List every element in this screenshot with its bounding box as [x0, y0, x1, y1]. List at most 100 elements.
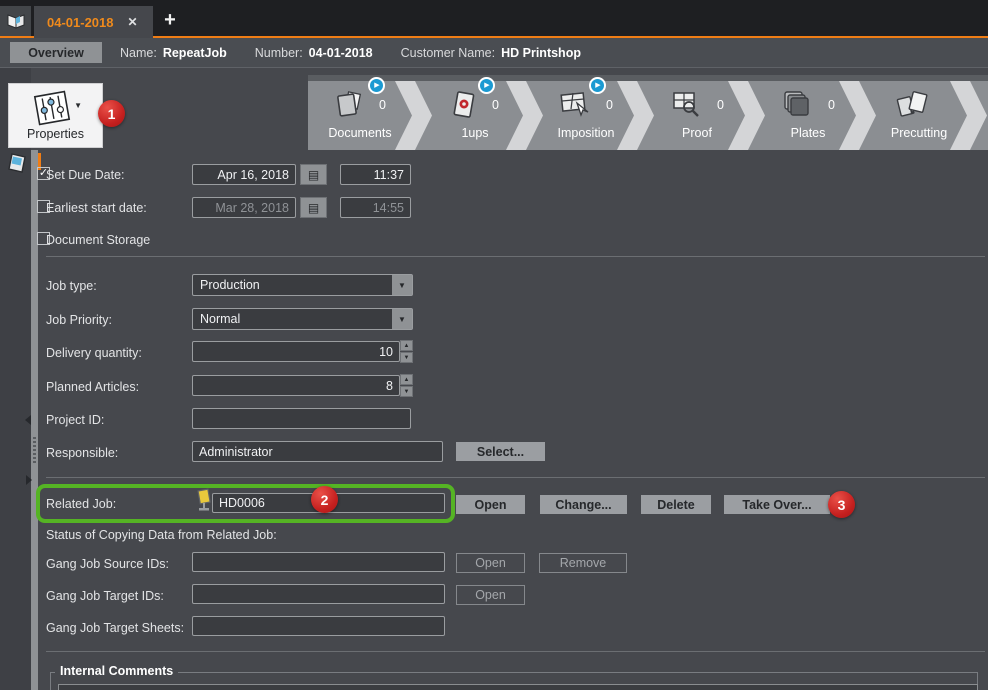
- step-label: 1ups: [415, 126, 523, 140]
- spin-up-icon[interactable]: ▲: [400, 374, 413, 385]
- documents-icon: [334, 89, 364, 121]
- prinect-logo-icon: [6, 13, 26, 30]
- project-id-label: Project ID:: [46, 413, 104, 427]
- gang-target-label: Gang Job Target IDs:: [46, 589, 164, 603]
- internal-comments-label: Internal Comments: [55, 664, 178, 678]
- tab-job[interactable]: 04-01-2018 ✕: [34, 6, 153, 38]
- precutting-icon: [895, 89, 929, 121]
- calendar-icon: ▤: [308, 168, 319, 182]
- properties-label: Properties: [9, 127, 102, 141]
- panel-splitter[interactable]: [31, 150, 38, 690]
- earliest-date-input[interactable]: [192, 197, 296, 218]
- job-type-label: Job type:: [46, 279, 97, 293]
- gang-sheets-input[interactable]: [192, 616, 445, 636]
- project-id-input[interactable]: [192, 408, 411, 429]
- plates-icon: [781, 89, 813, 121]
- number-label: Number:: [255, 46, 303, 60]
- annotation-badge-1: 1: [98, 100, 125, 127]
- earliest-date-calendar-button[interactable]: ▤: [300, 197, 327, 218]
- responsible-input[interactable]: [192, 441, 443, 462]
- workflow-step-1ups[interactable]: 0 1ups: [415, 81, 523, 150]
- workflow-step-plates[interactable]: 0 Plates: [748, 81, 856, 150]
- step-count: 0: [606, 98, 613, 112]
- gang-target-input[interactable]: [192, 584, 445, 604]
- step-label: Proof: [637, 126, 745, 140]
- chevron-down-icon[interactable]: ▼: [392, 309, 412, 329]
- change-related-job-button[interactable]: Change...: [540, 495, 627, 514]
- tab-title: 04-01-2018: [47, 15, 114, 30]
- gang-source-label: Gang Job Source IDs:: [46, 557, 169, 571]
- play-badge-documents-icon[interactable]: ▶: [368, 77, 385, 94]
- step-label: Precutting: [859, 126, 967, 140]
- workflow-step-proof[interactable]: 0 Proof: [637, 81, 745, 150]
- divider: [46, 477, 985, 478]
- responsible-label: Responsible:: [46, 446, 118, 460]
- splitter-collapse-right-icon[interactable]: [26, 475, 32, 485]
- calendar-icon: ▤: [308, 201, 319, 215]
- step-count: 0: [717, 98, 724, 112]
- job-type-select[interactable]: Production ▼: [192, 274, 413, 296]
- close-icon[interactable]: ✕: [128, 15, 138, 29]
- related-job-label: Related Job:: [46, 497, 116, 511]
- remove-gang-source-button[interactable]: Remove: [539, 553, 627, 573]
- splitter-grip-handle[interactable]: [33, 437, 36, 463]
- customer-label: Customer Name:: [401, 46, 495, 60]
- spin-down-icon[interactable]: ▼: [400, 386, 413, 397]
- open-related-job-button[interactable]: Open: [456, 495, 525, 514]
- internal-comments-textarea[interactable]: [58, 684, 978, 690]
- workflow-row: 0 Documents 0 1ups: [308, 81, 988, 150]
- chevron-down-icon[interactable]: ▼: [392, 275, 412, 295]
- planned-articles-stepper[interactable]: ▲ ▼: [400, 374, 413, 397]
- step-count: 0: [379, 98, 386, 112]
- divider: [46, 651, 985, 652]
- open-gang-source-button[interactable]: Open: [456, 553, 525, 573]
- set-due-date-label: Set Due Date:: [46, 168, 125, 182]
- properties-sliders-icon: [31, 89, 73, 129]
- annotation-badge-2: 2: [311, 486, 338, 513]
- gang-sheets-label: Gang Job Target Sheets:: [46, 621, 184, 635]
- workflow-step-documents[interactable]: 0 Documents: [308, 81, 412, 150]
- delivery-quantity-label: Delivery quantity:: [46, 346, 142, 360]
- properties-button[interactable]: ▼ Properties: [8, 83, 103, 148]
- spin-up-icon[interactable]: ▲: [400, 340, 413, 351]
- customer-value: HD Printshop: [501, 46, 581, 60]
- earliest-time-input[interactable]: [340, 197, 411, 218]
- job-priority-select[interactable]: Normal ▼: [192, 308, 413, 330]
- oneups-icon: [451, 89, 477, 121]
- tab-bar: 04-01-2018 ✕ +: [0, 0, 988, 38]
- delivery-quantity-input[interactable]: [192, 341, 400, 362]
- planned-articles-input[interactable]: [192, 375, 400, 396]
- workflow-steps-bar: 0 Documents 0 1ups: [308, 75, 988, 150]
- step-label: Documents: [308, 126, 412, 140]
- new-tab-button[interactable]: +: [158, 7, 182, 33]
- due-date-calendar-button[interactable]: ▤: [300, 164, 327, 185]
- job-list-panel-icon[interactable]: [6, 150, 30, 181]
- due-time-input[interactable]: [340, 164, 411, 185]
- name-value: RepeatJob: [163, 46, 227, 60]
- spin-down-icon[interactable]: ▼: [400, 352, 413, 363]
- gang-source-input[interactable]: [192, 552, 445, 572]
- due-date-input[interactable]: [192, 164, 296, 185]
- app-logo[interactable]: [0, 6, 31, 38]
- splitter-collapse-left-icon[interactable]: [25, 415, 31, 425]
- job-priority-label: Job Priority:: [46, 313, 112, 327]
- application-window: 04-01-2018 ✕ + Overview Name: RepeatJob …: [0, 0, 988, 690]
- overview-button[interactable]: Overview: [10, 42, 102, 63]
- chevron-down-icon[interactable]: ▼: [74, 101, 82, 110]
- job-type-value: Production: [200, 278, 260, 292]
- workflow-step-precutting[interactable]: Precutting: [859, 81, 967, 150]
- delivery-quantity-stepper[interactable]: ▲ ▼: [400, 340, 413, 363]
- take-over-button[interactable]: Take Over...: [724, 495, 830, 514]
- play-badge-1ups-icon[interactable]: ▶: [478, 77, 495, 94]
- open-gang-target-button[interactable]: Open: [456, 585, 525, 605]
- imposition-icon: [559, 89, 591, 121]
- play-badge-imposition-icon[interactable]: ▶: [589, 77, 606, 94]
- step-label: Imposition: [526, 126, 634, 140]
- overview-bar: Overview Name: RepeatJob Number: 04-01-2…: [0, 38, 988, 68]
- related-job-icon: [195, 488, 213, 512]
- delete-related-job-button[interactable]: Delete: [641, 495, 711, 514]
- workflow-step-next-partial: [970, 81, 988, 150]
- name-label: Name:: [120, 46, 157, 60]
- workflow-step-imposition[interactable]: 0 Imposition: [526, 81, 634, 150]
- select-responsible-button[interactable]: Select...: [456, 442, 545, 461]
